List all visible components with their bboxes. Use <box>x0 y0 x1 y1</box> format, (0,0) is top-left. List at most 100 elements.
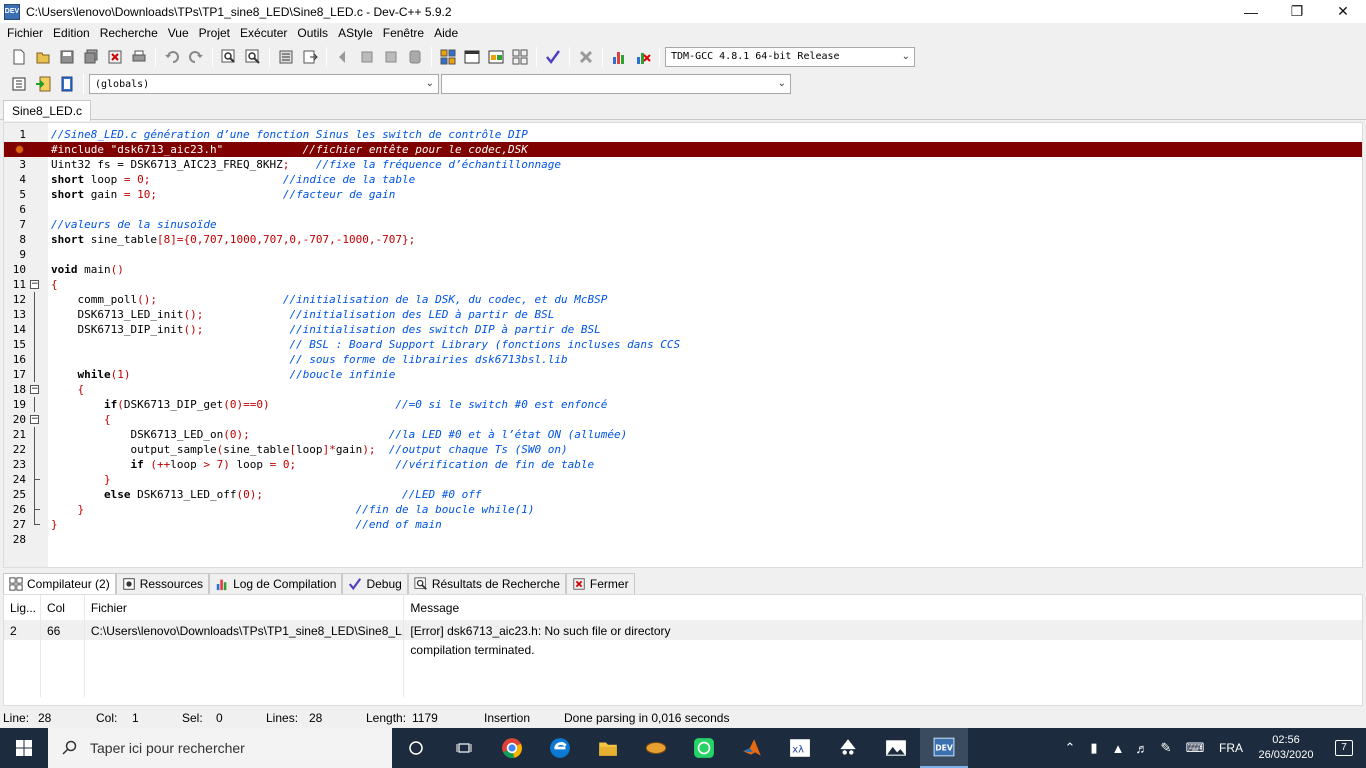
file-explorer-app[interactable] <box>584 728 632 768</box>
goto-button[interactable] <box>32 73 54 95</box>
tab-compilateur[interactable]: Compilateur (2) <box>3 573 116 594</box>
compile-run-icon <box>488 50 504 63</box>
replace-button[interactable] <box>242 46 264 68</box>
fold-collapse-icon[interactable]: − <box>30 415 39 424</box>
menu-astyle[interactable]: AStyle <box>333 26 378 40</box>
column-header-file[interactable]: Fichier <box>85 595 405 620</box>
project-add-button[interactable] <box>356 46 378 68</box>
member-select[interactable]: ⌄ <box>441 74 791 94</box>
tab-debug[interactable]: Debug <box>342 573 408 594</box>
volume-icon[interactable]: ♬ <box>1130 741 1154 756</box>
photos-icon <box>886 740 906 756</box>
menu-outils[interactable]: Outils <box>292 26 333 40</box>
column-header-line[interactable]: Lig... <box>4 595 41 620</box>
run-window-icon <box>464 50 480 63</box>
battery-icon[interactable]: ▮ <box>1082 740 1106 756</box>
project-options-button[interactable] <box>404 46 426 68</box>
debug-check-icon <box>349 578 362 591</box>
delete-profile-button[interactable] <box>632 46 654 68</box>
minimize-button[interactable]: — <box>1228 0 1274 23</box>
run-button[interactable] <box>461 46 483 68</box>
project-new-button[interactable] <box>332 46 354 68</box>
formula-app[interactable]: xλ <box>776 728 824 768</box>
tab-sine8-led[interactable]: Sine8_LED.c <box>3 100 92 121</box>
syntax-check-button[interactable] <box>542 46 564 68</box>
menu-fichier[interactable]: Fichier <box>2 26 48 40</box>
menu-projet[interactable]: Projet <box>194 26 235 40</box>
print-button[interactable] <box>128 46 150 68</box>
goto-line-button[interactable] <box>299 46 321 68</box>
redo-button[interactable] <box>185 46 207 68</box>
tab-fermer[interactable]: Fermer <box>565 573 635 594</box>
close-button[interactable]: ✕ <box>1320 0 1366 23</box>
indent-button[interactable] <box>275 46 297 68</box>
find-button[interactable] <box>218 46 240 68</box>
close-file-button[interactable] <box>104 46 126 68</box>
fold-collapse-icon[interactable]: − <box>30 385 39 394</box>
insert-button[interactable] <box>8 73 30 95</box>
code-editor[interactable]: 1//Sine8_LED.c génération d’une fonction… <box>3 122 1363 568</box>
taskbar-search[interactable]: Taper ici pour rechercher <box>48 728 392 768</box>
class-toolbar: (globals) ⌄ ⌄ <box>0 70 1366 98</box>
task-view-button[interactable] <box>392 728 440 768</box>
status-line-label: Line: <box>3 711 30 725</box>
matlab-app[interactable] <box>728 728 776 768</box>
menu-recherche[interactable]: Recherche <box>95 26 163 40</box>
code-line: 10 void main() <box>12 263 124 276</box>
edge-app[interactable] <box>536 728 584 768</box>
app-badge[interactable] <box>632 728 680 768</box>
compiler-select[interactable]: TDM-GCC 4.8.1 64-bit Release ⌄ <box>665 46 915 67</box>
keyboard-icon[interactable]: ⌨ <box>1178 740 1212 756</box>
profile-button[interactable] <box>608 46 630 68</box>
code-line: 8 short sine_table[8]={0,707,1000,707,0,-… <box>19 233 416 246</box>
menu-aide[interactable]: Aide <box>429 26 463 40</box>
message-row[interactable]: 2 66 C:\Users\lenovo\Downloads\TPs\TP1_s… <box>4 621 1362 640</box>
message-row[interactable]: compilation terminated. <box>4 640 1362 659</box>
new-file-button[interactable] <box>8 46 30 68</box>
compile-run-button[interactable] <box>485 46 507 68</box>
notifications-button[interactable]: 7 <box>1322 740 1366 756</box>
clock[interactable]: 02:56 26/03/2020 <box>1250 733 1322 763</box>
project-remove-button[interactable] <box>380 46 402 68</box>
rebuild-all-button[interactable] <box>509 46 531 68</box>
save-button[interactable] <box>56 46 78 68</box>
chrome-icon <box>502 738 522 759</box>
bookmark-button[interactable] <box>56 73 78 95</box>
fold-collapse-icon[interactable]: − <box>30 280 39 289</box>
start-button[interactable] <box>0 728 48 768</box>
column-header-col[interactable]: Col <box>41 595 85 620</box>
chrome-app[interactable] <box>488 728 536 768</box>
menu-fenetre[interactable]: Fenêtre <box>378 26 429 40</box>
undo-button[interactable] <box>161 46 183 68</box>
maximize-button[interactable]: ❐ <box>1274 0 1320 23</box>
menu-edition[interactable]: Edition <box>48 26 95 40</box>
find-icon <box>221 49 235 63</box>
network-icon[interactable]: ▲ <box>1106 741 1130 756</box>
project-back-icon <box>339 50 345 63</box>
save-all-button[interactable] <box>80 46 102 68</box>
photos-app[interactable] <box>872 728 920 768</box>
whatsapp-app[interactable] <box>680 728 728 768</box>
redo-icon <box>189 50 203 63</box>
input-language[interactable]: FRA <box>1212 741 1250 755</box>
stop-button[interactable] <box>575 46 597 68</box>
inkscape-app[interactable] <box>824 728 872 768</box>
menu-vue[interactable]: Vue <box>163 26 194 40</box>
toolbar-separator <box>431 46 432 67</box>
pen-icon[interactable]: ✎ <box>1154 740 1178 756</box>
code-line: 25 else DSK6713_LED_off(0); //LED #0 off <box>12 487 482 502</box>
open-file-button[interactable] <box>32 46 54 68</box>
toolbar-separator <box>326 46 327 67</box>
scope-select-value: (globals) <box>95 78 150 90</box>
menu-executer[interactable]: Exécuter <box>235 26 292 40</box>
tab-log-compilation[interactable]: Log de Compilation <box>209 573 343 594</box>
widgets-button[interactable] <box>440 728 488 768</box>
compile-button[interactable] <box>437 46 459 68</box>
scope-select[interactable]: (globals) ⌄ <box>89 74 439 94</box>
open-file-icon <box>36 52 50 63</box>
devcpp-app[interactable]: DEV <box>920 728 968 768</box>
show-hidden-icons-icon[interactable]: ⌃ <box>1058 740 1082 756</box>
tab-ressources[interactable]: Ressources <box>115 573 210 594</box>
column-header-message[interactable]: Message <box>404 595 1362 620</box>
tab-resultats-recherche[interactable]: Résultats de Recherche <box>407 573 566 594</box>
